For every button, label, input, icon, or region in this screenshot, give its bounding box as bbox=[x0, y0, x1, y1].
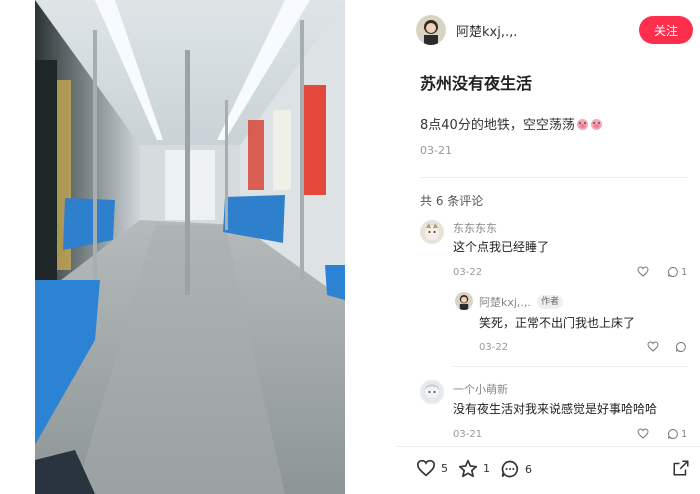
comment-text: 笑死，正常不出门我也上床了 bbox=[479, 316, 636, 330]
divider bbox=[453, 366, 688, 367]
author-name[interactable]: 阿楚kxj,.,. bbox=[456, 21, 517, 40]
comment-reply-button[interactable]: 1 bbox=[667, 428, 687, 440]
heart-icon bbox=[637, 266, 649, 277]
comment-text: 没有夜生活对我来说感觉是好事哈哈哈 bbox=[453, 402, 658, 416]
post-photo[interactable] bbox=[35, 0, 345, 494]
commenter-name[interactable]: 阿楚kxj,.,. bbox=[479, 294, 531, 310]
comment-reply-count: 1 bbox=[681, 266, 688, 278]
commenter-avatar[interactable] bbox=[420, 220, 444, 244]
like-count: 5 bbox=[441, 461, 448, 475]
comment-button[interactable]: 6 bbox=[500, 459, 532, 479]
commenter-name-row: 阿楚kxj,.,. 作者 bbox=[479, 294, 563, 310]
favorite-count: 1 bbox=[483, 462, 490, 475]
girl-avatar-icon bbox=[455, 292, 473, 310]
comment-date: 03-22 bbox=[453, 267, 483, 278]
cat-avatar-icon bbox=[420, 220, 444, 244]
comment-reply-button[interactable] bbox=[675, 341, 687, 353]
anime-avatar-icon bbox=[420, 380, 444, 404]
comment-bubble-icon bbox=[676, 341, 686, 352]
comment-reply-button[interactable]: 1 bbox=[667, 266, 687, 278]
comment-date: 03-21 bbox=[453, 429, 483, 440]
comment-reply-count: 1 bbox=[681, 428, 688, 440]
commenter-name[interactable]: 一个小萌新 bbox=[453, 381, 508, 397]
follow-button[interactable]: 关注 bbox=[639, 16, 693, 44]
girl-avatar-icon bbox=[416, 15, 446, 45]
post-title: 苏州没有夜生活 bbox=[420, 74, 533, 93]
comment-bubble-icon bbox=[668, 266, 678, 277]
divider bbox=[420, 177, 688, 178]
comment-bubble-icon bbox=[668, 428, 678, 439]
post-date: 03-21 bbox=[420, 144, 452, 157]
pig-face-emoji bbox=[576, 118, 588, 130]
post-description-text: 8点40分的地铁，空空荡荡 bbox=[420, 118, 575, 133]
author-header: 阿楚kxj,.,. bbox=[416, 14, 517, 46]
heart-icon bbox=[637, 428, 649, 439]
comment-count: 共 6 条评论 bbox=[420, 194, 484, 208]
like-button[interactable]: 5 bbox=[416, 459, 448, 477]
post-description: 8点40分的地铁，空空荡荡 bbox=[420, 114, 603, 133]
author-avatar[interactable] bbox=[416, 15, 446, 45]
comment-total-count: 6 bbox=[525, 462, 532, 476]
commenter-avatar[interactable] bbox=[420, 380, 444, 404]
heart-icon bbox=[416, 459, 436, 477]
bottom-action-bar: 5 1 6 bbox=[396, 446, 700, 494]
pig-face-emoji bbox=[590, 118, 602, 130]
share-button[interactable] bbox=[672, 459, 690, 477]
post-panel: 阿楚kxj,.,. 关注 苏州没有夜生活 8点40分的地铁，空空荡荡 03-21… bbox=[396, 0, 700, 494]
favorite-button[interactable]: 1 bbox=[458, 459, 490, 478]
commenter-avatar[interactable] bbox=[455, 292, 473, 310]
comment-like-button[interactable] bbox=[647, 341, 659, 352]
heart-icon bbox=[647, 341, 659, 352]
comment-like-button[interactable] bbox=[637, 428, 649, 439]
share-icon bbox=[673, 460, 689, 476]
post-detail-page: 阿楚kxj,.,. 关注 苏州没有夜生活 8点40分的地铁，空空荡荡 03-21… bbox=[0, 0, 700, 494]
commenter-name[interactable]: 东东东东 bbox=[453, 220, 497, 236]
comment-bubble-icon bbox=[501, 460, 519, 478]
star-icon bbox=[458, 459, 478, 478]
comment-date: 03-22 bbox=[479, 342, 509, 353]
comment-like-button[interactable] bbox=[637, 266, 649, 277]
author-badge: 作者 bbox=[536, 295, 563, 309]
comment-text: 这个点我已经睡了 bbox=[453, 240, 550, 254]
